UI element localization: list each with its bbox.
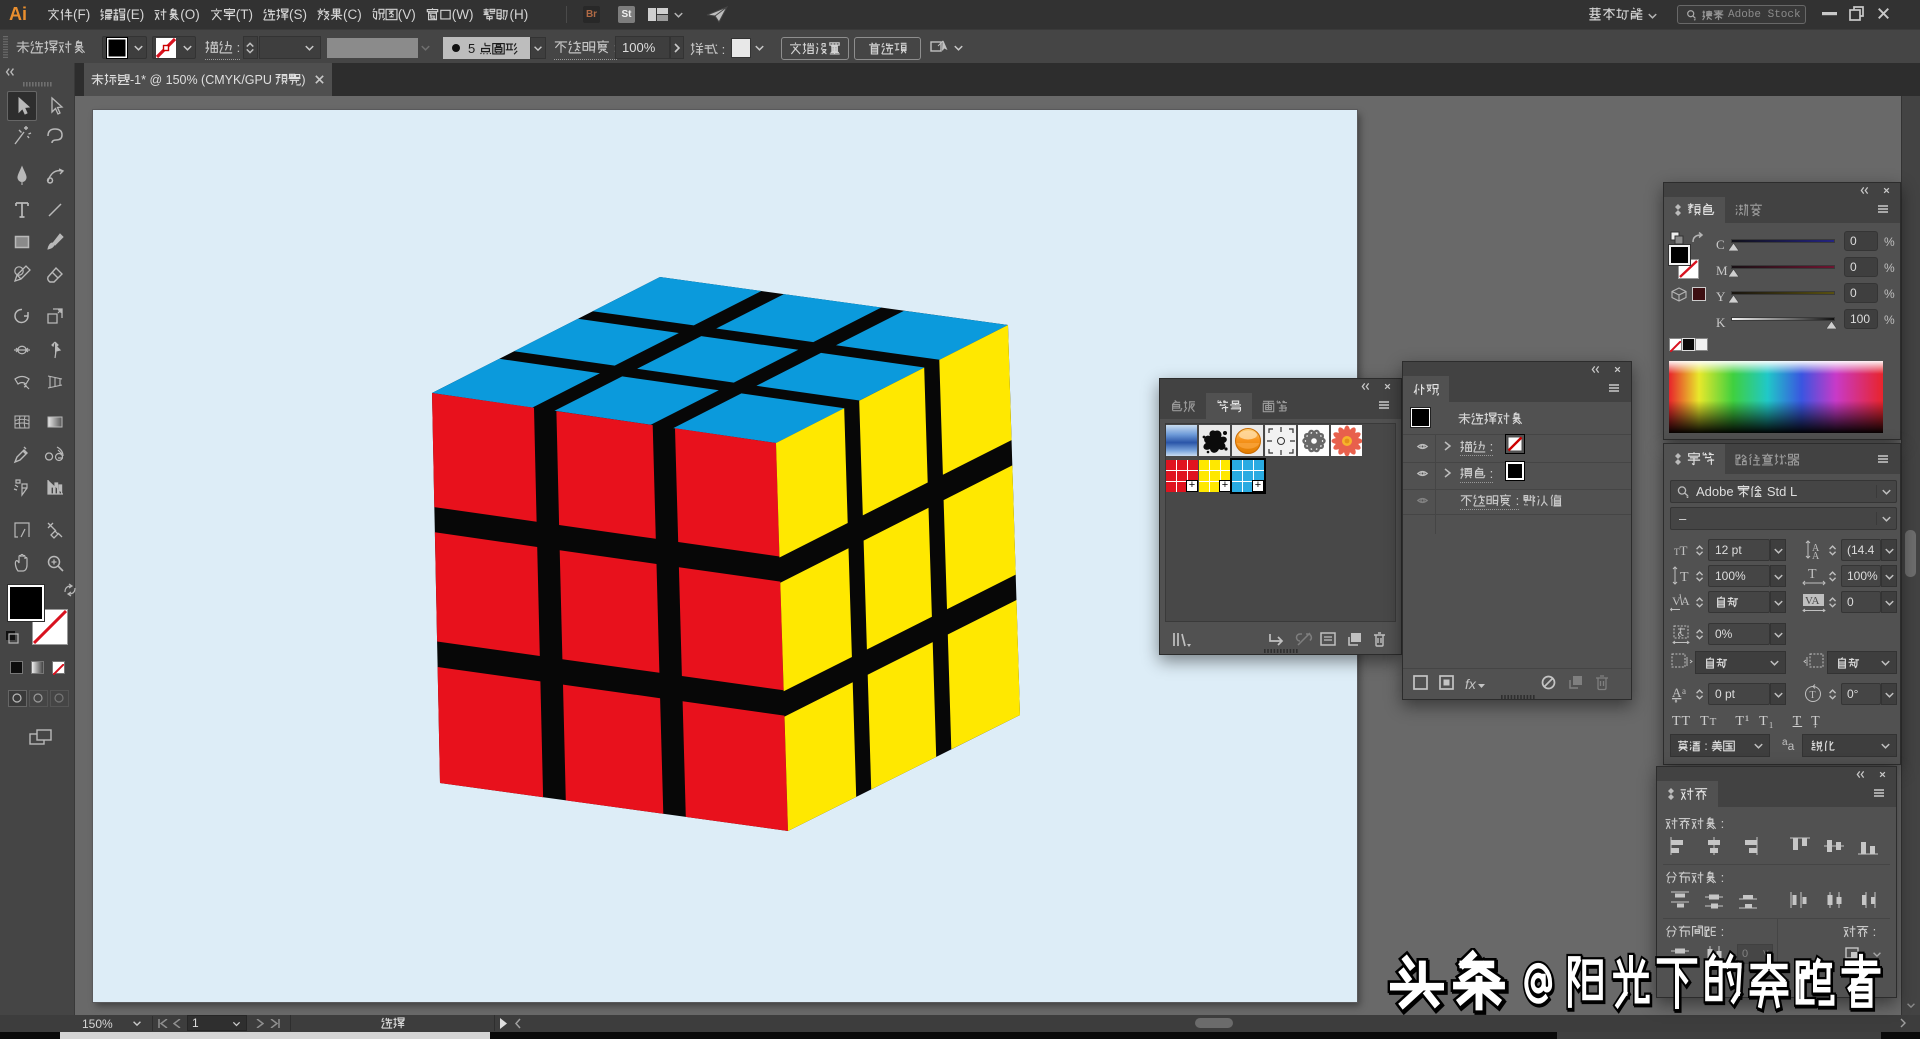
svg-text:A: A	[1672, 685, 1682, 700]
svg-text:TT: TT	[1674, 543, 1688, 558]
svg-text:A: A	[1681, 594, 1690, 608]
svg-text:V: V	[1672, 594, 1681, 608]
svg-text:T: T	[1808, 567, 1817, 582]
svg-text:T: T	[1680, 570, 1689, 585]
svg-text:T: T	[1810, 690, 1816, 701]
svg-text:VA: VA	[1805, 595, 1820, 607]
svg-text:A: A	[1812, 551, 1820, 560]
svg-text:a: a	[1682, 686, 1686, 696]
